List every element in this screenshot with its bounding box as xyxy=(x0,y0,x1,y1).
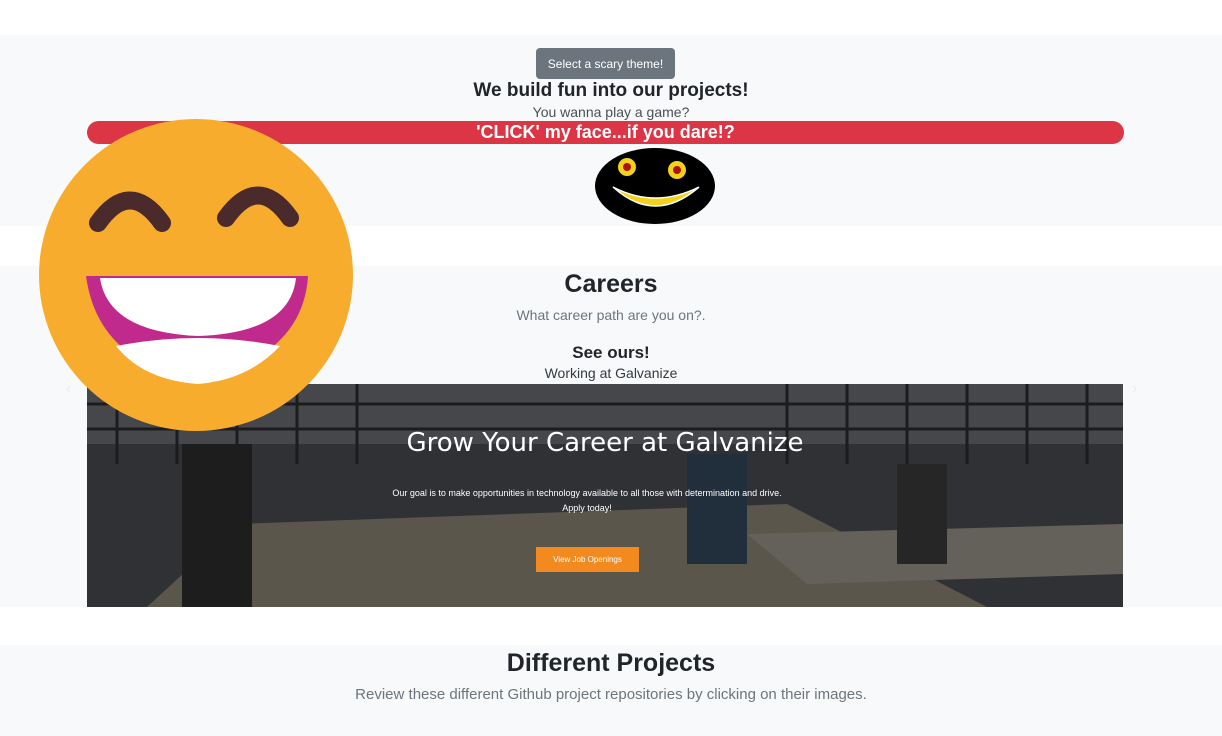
grinning-emoji-icon[interactable] xyxy=(38,118,354,434)
view-job-openings-button[interactable]: View Job Openings xyxy=(536,547,639,572)
slide-text: Our goal is to make opportunities in tec… xyxy=(392,488,782,513)
scary-face-image[interactable] xyxy=(595,147,715,225)
projects-section: Different Projects Review these differen… xyxy=(0,645,1222,736)
hero-title: We build fun into our projects! xyxy=(473,80,749,101)
scary-theme-button[interactable]: Select a scary theme! xyxy=(536,48,675,79)
projects-subtitle: Review these different Github project re… xyxy=(355,686,867,703)
chevron-right-icon[interactable]: › xyxy=(1132,380,1137,398)
projects-title: Different Projects xyxy=(506,649,716,677)
